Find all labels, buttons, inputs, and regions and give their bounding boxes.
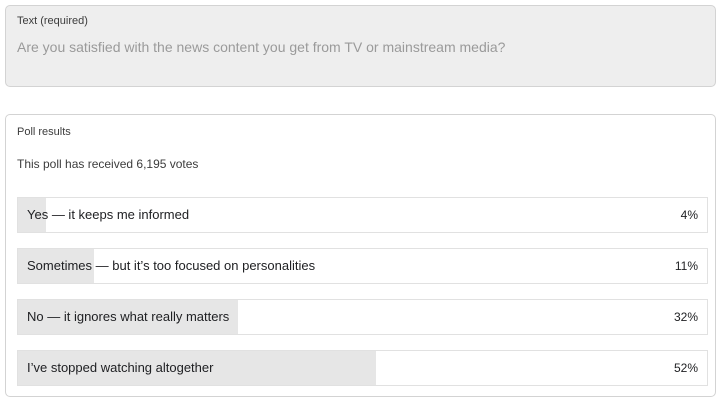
poll-vote-count: This poll has received 6,195 votes [17,157,199,171]
poll-results-card: Poll results This poll has received 6,19… [5,114,716,397]
poll-option-sometimes: Sometimes — but it’s too focused on pers… [17,248,708,284]
poll-option-yes: Yes — it keeps me informed 4% [17,197,708,233]
poll-option-percent: 11% [674,259,698,273]
question-field-label: Text (required) [17,15,88,27]
poll-option-label: I’ve stopped watching altogether [27,360,214,375]
poll-option-label: No — it ignores what really matters [27,309,230,324]
question-text-field[interactable]: Text (required) Are you satisfied with t… [5,5,716,87]
poll-option-label: Yes — it keeps me informed [27,207,190,222]
poll-option-percent: 32% [673,310,698,324]
poll-option-label: Sometimes — but it’s too focused on pers… [27,258,316,273]
poll-results-title: Poll results [17,126,71,138]
poll-option-no: No — it ignores what really matters 32% [17,299,708,335]
poll-option-stopped-watching: I’ve stopped watching altogether 52% [17,350,708,386]
poll-option-percent: 4% [680,208,698,222]
poll-option-percent: 52% [673,361,698,375]
question-field-value[interactable]: Are you satisfied with the news content … [17,39,505,55]
poll-options-list: Yes — it keeps me informed 4% Sometimes … [17,197,708,401]
